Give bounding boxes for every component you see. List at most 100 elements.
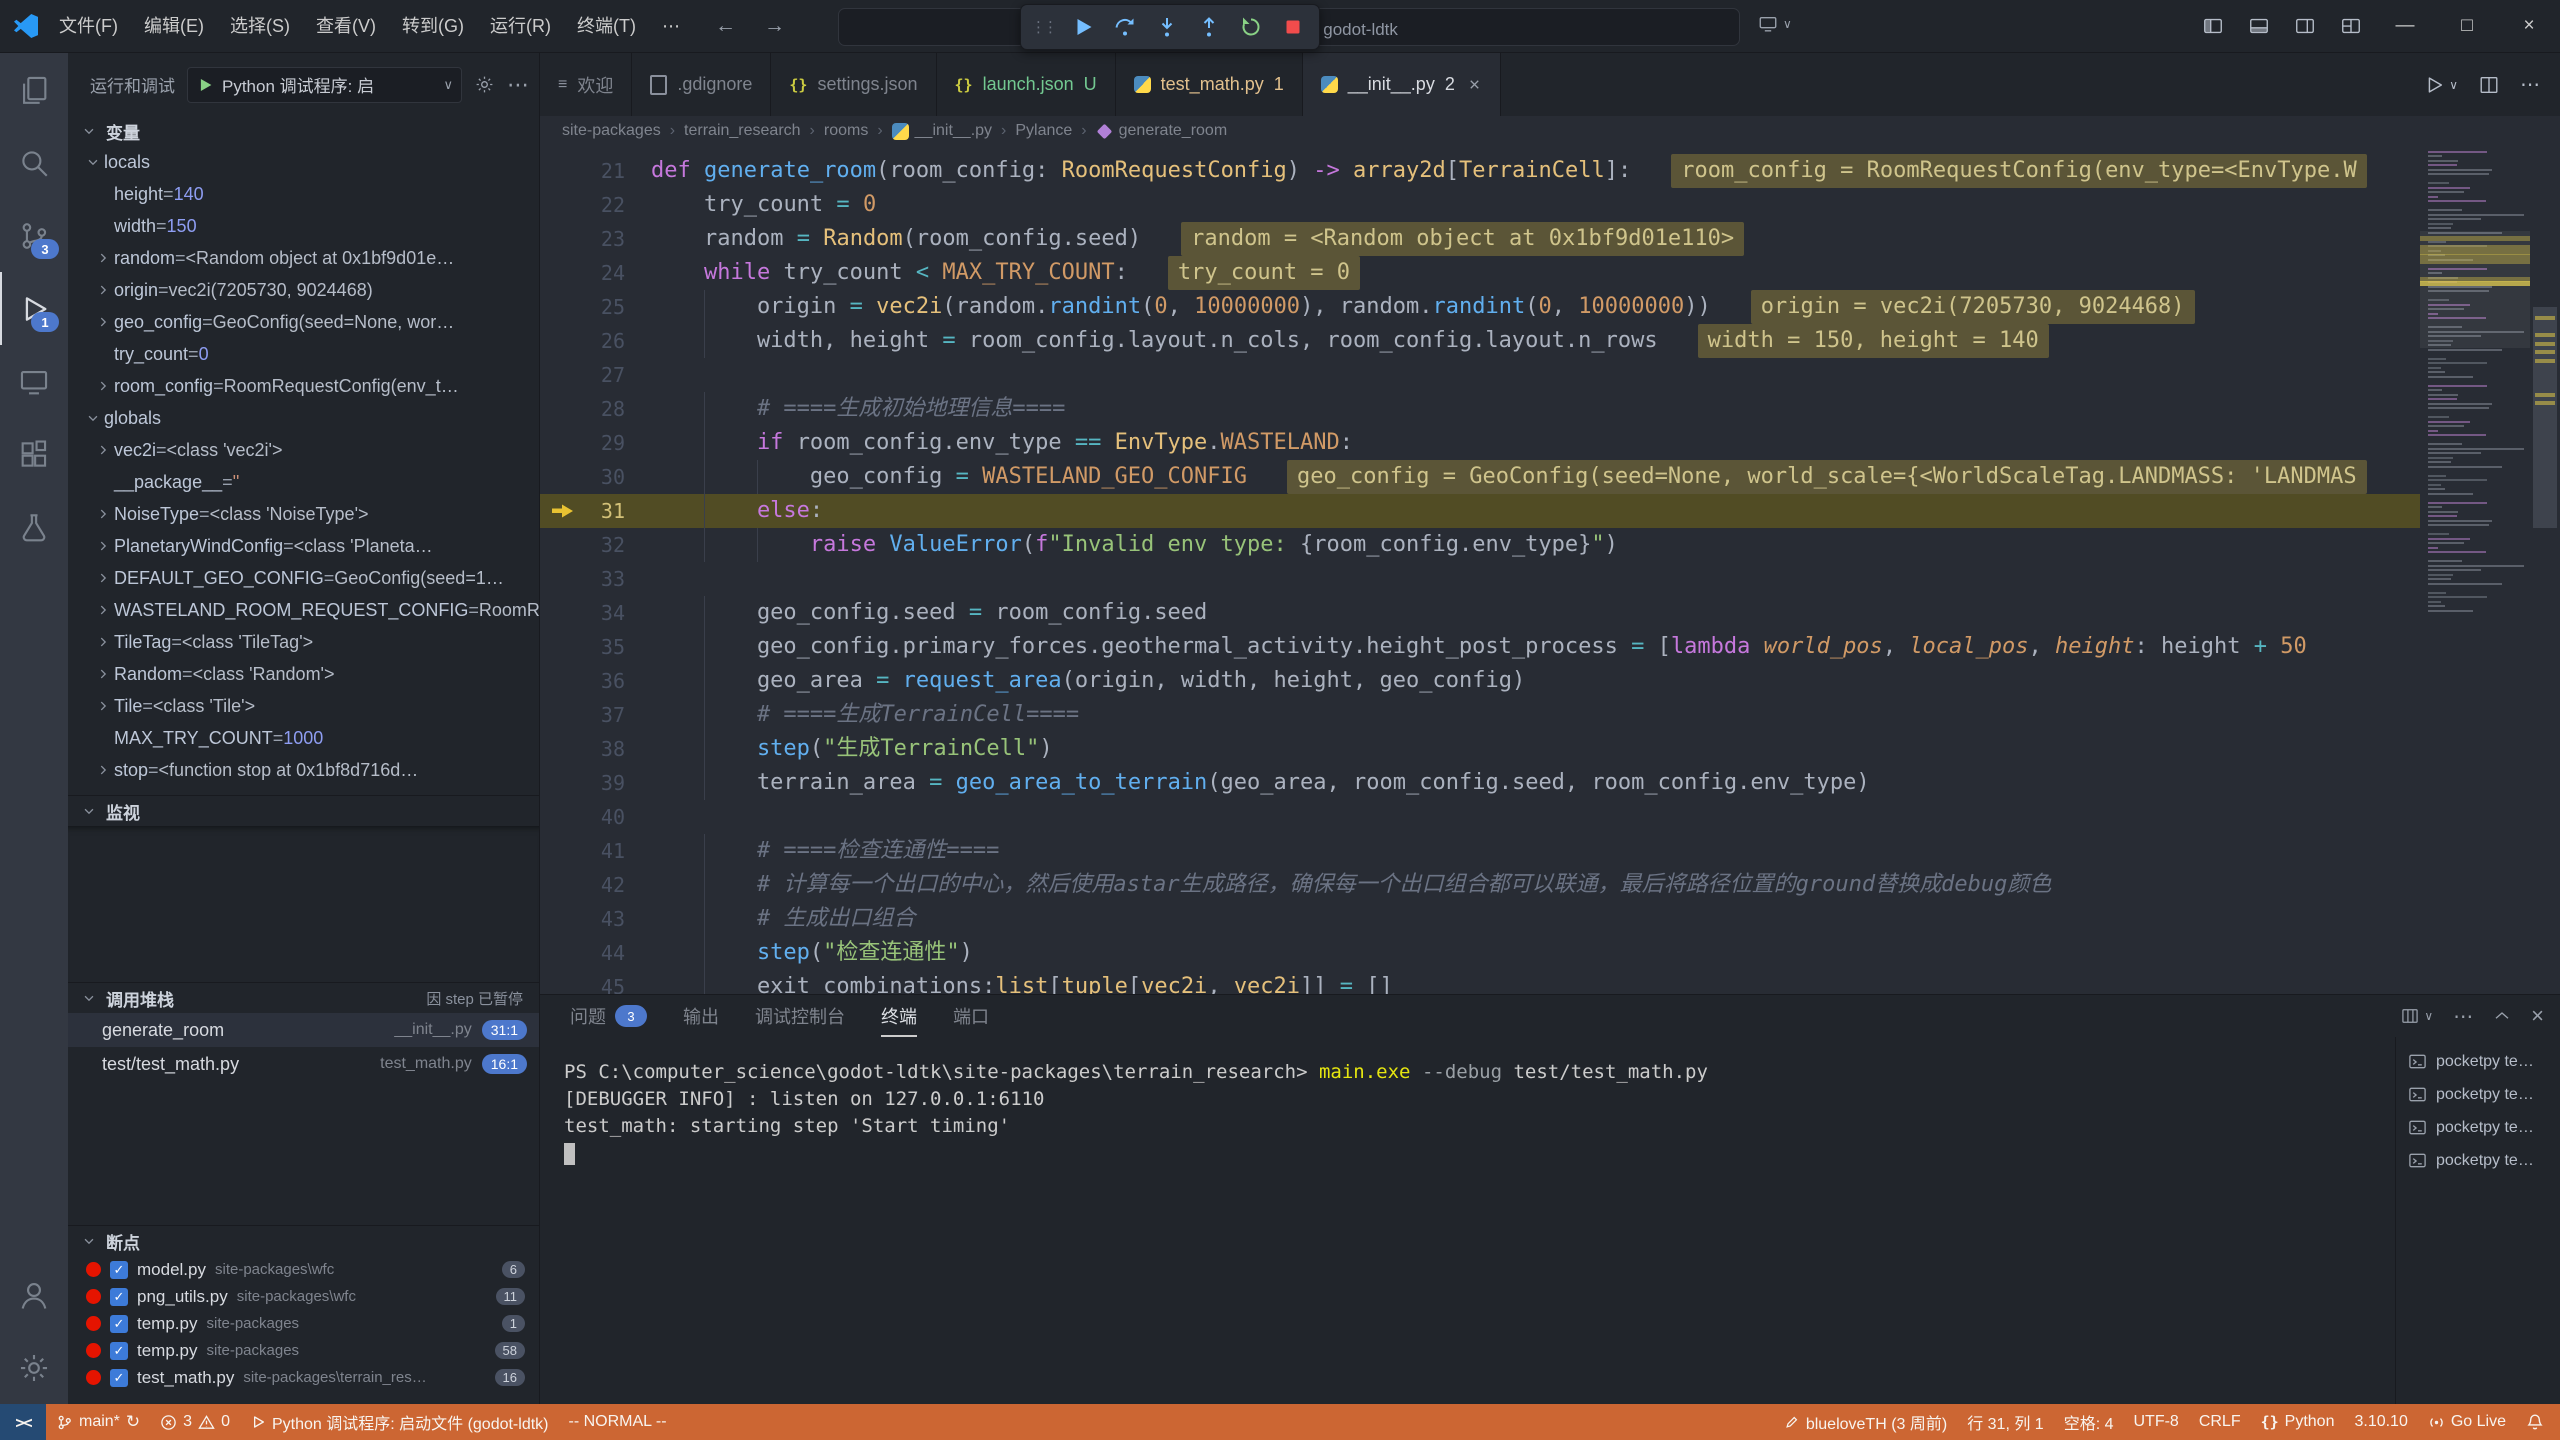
code-line-38[interactable]: 38step("生成TerrainCell") (540, 732, 2420, 766)
restart-button[interactable] (1235, 11, 1267, 43)
variable-room_config[interactable]: room_config = RoomRequestConfig(env_t… (68, 370, 539, 402)
panel-tab-调试控制台[interactable]: 调试控制台 (755, 995, 845, 1037)
line-number-43[interactable]: 43 (540, 902, 651, 936)
notifications-bell-icon[interactable] (2516, 1404, 2560, 1440)
close-panel-icon[interactable]: × (2531, 1003, 2544, 1029)
variable-width[interactable]: width = 150 (68, 210, 539, 242)
stack-frame-test/test_math.py[interactable]: test/test_math.pytest_math.py16:1 (68, 1047, 539, 1081)
breakpoint-checkbox[interactable]: ✓ (110, 1261, 128, 1279)
gitlens-blame-item[interactable]: blueloveTH (3 周前) (1774, 1404, 1957, 1440)
line-number-28[interactable]: 28 (540, 392, 651, 426)
remote-window-indicator[interactable]: ∨ (1758, 14, 1792, 34)
account-icon[interactable] (0, 1258, 68, 1331)
step-out-button[interactable] (1193, 11, 1225, 43)
code-line-27[interactable]: 27 (540, 358, 2420, 392)
breakpoint-0-model.py[interactable]: ✓model.pysite-packages\wfc6 (68, 1256, 539, 1283)
variable-Random[interactable]: Random = <class 'Random'> (68, 658, 539, 690)
code-line-25[interactable]: 25origin = vec2i(random.randint(0, 10000… (540, 290, 2420, 324)
line-number-37[interactable]: 37 (540, 698, 651, 732)
code-line-34[interactable]: 34geo_config.seed = room_config.seed (540, 596, 2420, 630)
breakpoint-checkbox[interactable]: ✓ (110, 1342, 128, 1360)
search-sidebar-icon[interactable] (0, 126, 68, 199)
breakpoint-4-test_math.py[interactable]: ✓test_math.pysite-packages\terrain_res…1… (68, 1364, 539, 1391)
line-number-29[interactable]: 29 (540, 426, 651, 460)
line-number-25[interactable]: 25 (540, 290, 651, 324)
breadcrumb-item-generate_room[interactable]: generate_room (1096, 122, 1228, 140)
scrollbar-thumb[interactable] (2533, 307, 2557, 528)
code-line-39[interactable]: 39terrain_area = geo_area_to_terrain(geo… (540, 766, 2420, 800)
variable-PlanetaryWindConfig[interactable]: PlanetaryWindConfig = <class 'Planeta… (68, 530, 539, 562)
variable-MAX_TRY_COUNT[interactable]: MAX_TRY_COUNT = 1000 (68, 722, 539, 754)
line-number-38[interactable]: 38 (540, 732, 651, 766)
chevron-down-icon[interactable]: ∨ (2449, 78, 2458, 92)
tab-settings.json[interactable]: {}settings.json (771, 53, 936, 116)
variable-WASTELAND_ROOM_REQUEST_CONFIG[interactable]: WASTELAND_ROOM_REQUEST_CONFIG = RoomR… (68, 594, 539, 626)
breadcrumb-item-site-packages[interactable]: site-packages (562, 122, 661, 140)
variable-NoiseType[interactable]: NoiseType = <class 'NoiseType'> (68, 498, 539, 530)
close-icon[interactable] (1467, 77, 1482, 92)
line-number-26[interactable]: 26 (540, 324, 651, 358)
breakpoint-checkbox[interactable]: ✓ (110, 1369, 128, 1387)
close-window-button[interactable]: × (2498, 0, 2560, 52)
code-line-20[interactable]: 20 (540, 146, 2420, 154)
variable-height[interactable]: height = 140 (68, 178, 539, 210)
breakpoint-checkbox[interactable]: ✓ (110, 1288, 128, 1306)
code-line-33[interactable]: 33 (540, 562, 2420, 596)
breakpoint-3-temp.py[interactable]: ✓temp.pysite-packages58 (68, 1337, 539, 1364)
line-number-22[interactable]: 22 (540, 188, 651, 222)
nav-forward-icon[interactable]: → (764, 14, 785, 38)
menu-选择(S)[interactable]: 选择(S) (217, 8, 303, 44)
tab-test_math.py[interactable]: test_math.py1 (1116, 53, 1303, 116)
variable-TileTag[interactable]: TileTag = <class 'TileTag'> (68, 626, 539, 658)
line-number-20[interactable]: 20 (540, 146, 651, 154)
variable-DEFAULT_GEO_CONFIG[interactable]: DEFAULT_GEO_CONFIG = GeoConfig(seed=1… (68, 562, 539, 594)
code-line-43[interactable]: 43# 生成出口组合 (540, 902, 2420, 936)
customize-layout-icon[interactable] (2328, 0, 2374, 52)
line-number-42[interactable]: 42 (540, 868, 651, 902)
line-number-27[interactable]: 27 (540, 358, 651, 392)
line-number-40[interactable]: 40 (540, 800, 651, 834)
editor[interactable]: 2021def generate_room(room_config: RoomR… (540, 146, 2560, 994)
cursor-position-item[interactable]: 行 31, 列 1 (1957, 1404, 2053, 1440)
python-version-item[interactable]: 3.10.10 (2344, 1404, 2417, 1440)
panel-more-icon[interactable]: ⋯ (2453, 1004, 2473, 1029)
menu-终端(T)[interactable]: 终端(T) (564, 8, 649, 44)
start-debug-icon[interactable] (196, 76, 214, 94)
debug-status-item[interactable]: Python 调试程序: 启动文件 (godot-ldtk) (240, 1404, 559, 1440)
code-line-40[interactable]: 40 (540, 800, 2420, 834)
variable-vec2i[interactable]: vec2i = <class 'vec2i'> (68, 434, 539, 466)
variable-origin[interactable]: origin = vec2i(7205730, 9024468) (68, 274, 539, 306)
breadcrumb-item-rooms[interactable]: rooms (824, 122, 868, 140)
line-number-36[interactable]: 36 (540, 664, 651, 698)
line-number-45[interactable]: 45 (540, 970, 651, 994)
line-number-41[interactable]: 41 (540, 834, 651, 868)
menu-查看(V)[interactable]: 查看(V) (303, 8, 389, 44)
panel-tab-终端[interactable]: 终端 (881, 995, 917, 1037)
continue-button[interactable] (1067, 11, 1099, 43)
code-line-23[interactable]: 23random = Random(room_config.seed)rando… (540, 222, 2420, 256)
breadcrumb-item-terrain_research[interactable]: terrain_research (684, 122, 801, 140)
encoding-item[interactable]: UTF-8 (2123, 1404, 2188, 1440)
drag-handle-icon[interactable]: ⋮⋮ (1031, 18, 1055, 36)
code-line-42[interactable]: 42# 计算每一个出口的中心，然后使用astar生成路径，确保每一个出口组合都可… (540, 868, 2420, 902)
code-line-36[interactable]: 36geo_area = request_area(origin, width,… (540, 664, 2420, 698)
launch-config-select[interactable]: Python 调试程序: 启 ∨ (187, 67, 462, 103)
terminal-tab-3[interactable]: pocketpy te… (2396, 1144, 2560, 1177)
code-line-44[interactable]: 44step("检查连通性") (540, 936, 2420, 970)
problems-item[interactable]: 3 0 (150, 1404, 240, 1440)
variable-random[interactable]: random = <Random object at 0x1bf9d01e… (68, 242, 539, 274)
stack-frame-generate_room[interactable]: generate_room__init__.py31:1 (68, 1013, 539, 1047)
line-number-44[interactable]: 44 (540, 936, 651, 970)
variables-section-header[interactable]: 变量 (68, 116, 539, 146)
terminal-tab-1[interactable]: pocketpy te… (2396, 1078, 2560, 1111)
terminal-tab-0[interactable]: pocketpy te… (2396, 1045, 2560, 1078)
line-number-33[interactable]: 33 (540, 562, 651, 596)
variable-try_count[interactable]: try_count = 0 (68, 338, 539, 370)
toggle-panel-icon[interactable] (2236, 0, 2282, 52)
line-number-32[interactable]: 32 (540, 528, 651, 562)
debug-gear-icon[interactable] (474, 74, 495, 95)
code-line-41[interactable]: 41# ====检查连通性==== (540, 834, 2420, 868)
split-editor-icon[interactable] (2478, 74, 2500, 96)
line-number-34[interactable]: 34 (540, 596, 651, 630)
code-line-30[interactable]: 30geo_config = WASTELAND_GEO_CONFIGgeo_c… (540, 460, 2420, 494)
